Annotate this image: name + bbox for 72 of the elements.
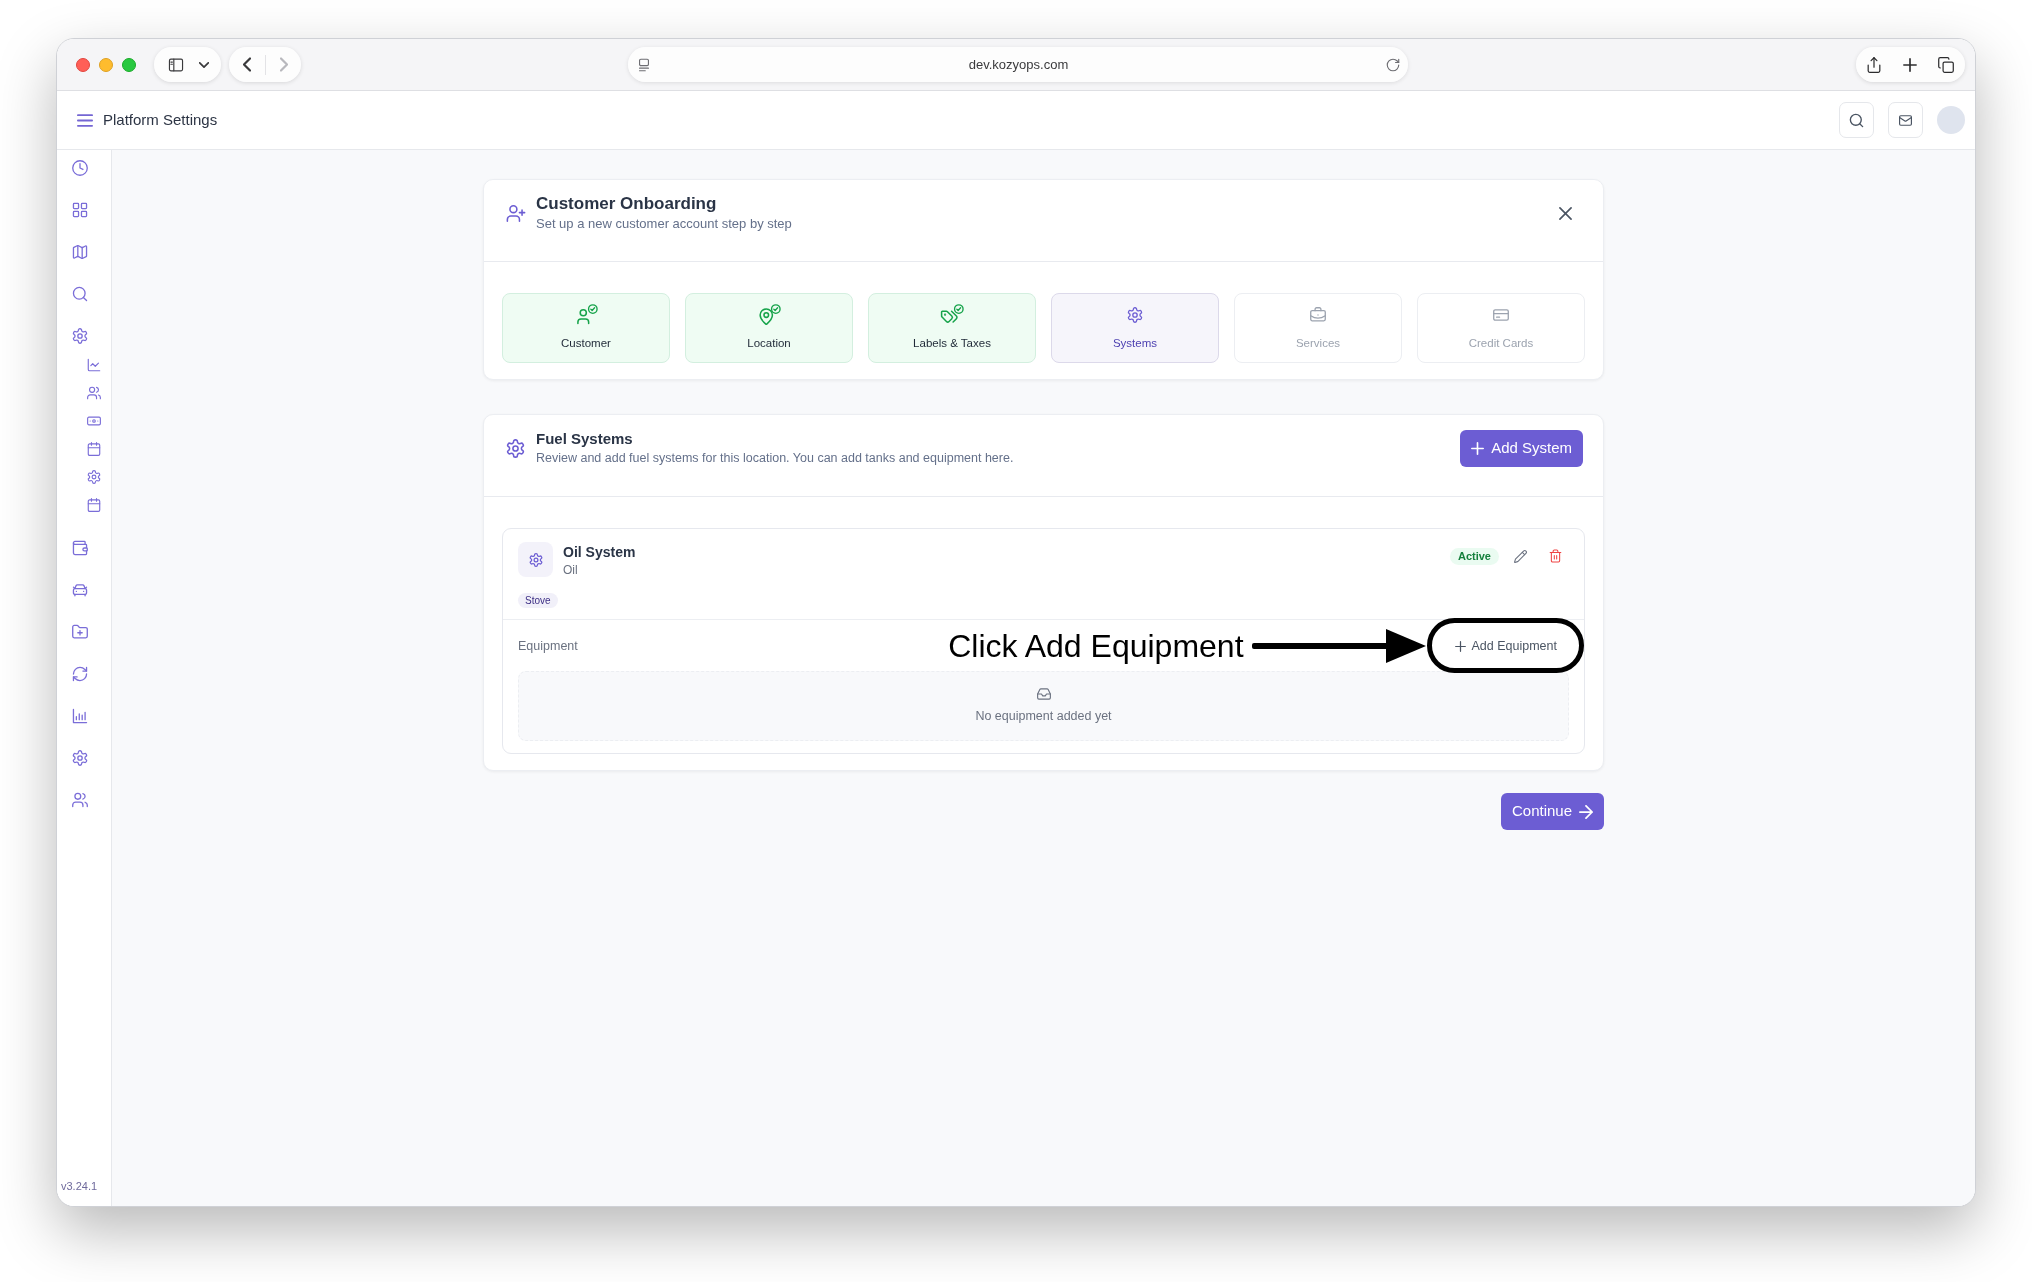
calendar-icon[interactable] [87,442,101,456]
trash-icon [1548,549,1562,563]
empty-state-text: No equipment added yet [975,707,1112,725]
sidebar-toggle-button[interactable] [154,47,221,82]
map-icon[interactable] [72,244,88,260]
page-title: Platform Settings [103,109,218,130]
settings-icon[interactable] [72,750,88,766]
search-button[interactable] [1839,102,1874,138]
users-icon[interactable] [72,792,88,808]
close-icon [1558,206,1572,220]
page-menu-icon[interactable] [637,57,651,72]
user-plus-icon [506,203,526,223]
inbox-icon [1035,686,1052,701]
add-equipment-button[interactable]: Add Equipment [1442,630,1569,662]
clock-icon[interactable] [72,160,88,176]
close-window-button[interactable] [76,57,90,72]
step-tab[interactable]: Labels & Taxes [868,293,1036,363]
plus-icon [1471,441,1485,455]
search-icon[interactable] [72,286,88,302]
wallet-icon[interactable] [72,540,88,556]
folder-plus-icon[interactable] [72,624,88,640]
step-tab[interactable]: Systems [1051,293,1219,363]
settings-icon [506,438,525,458]
settings-icon[interactable] [87,470,101,484]
refresh-icon[interactable] [72,666,88,682]
briefcase-icon [1310,307,1326,324]
users-icon[interactable] [87,386,101,400]
chevron-left-icon [243,57,251,72]
search-icon [1849,112,1864,128]
reload-icon[interactable] [1386,57,1400,72]
chevron-down-icon [198,61,209,68]
mail-button[interactable] [1888,102,1923,138]
menu-icon[interactable] [77,113,93,127]
address-bar[interactable]: dev.kozyops.com [628,47,1408,82]
system-type: Oil [563,562,579,578]
url-text: dev.kozyops.com [967,55,1070,74]
tabs-icon [1938,56,1954,73]
bar-chart-icon[interactable] [72,708,88,724]
card-title: Customer Onboarding [536,193,718,215]
chevron-right-icon [279,57,288,72]
zoom-window-button[interactable] [122,57,136,72]
step-tab[interactable]: Location [685,293,853,363]
calendar-icon[interactable] [87,498,101,512]
card-subtitle: Set up a new customer account step by step [536,215,792,233]
car-icon[interactable] [72,582,88,598]
mail-icon [1898,113,1913,127]
add-system-button[interactable]: Add System [1460,429,1583,467]
version-label: v3.24.1 [61,1178,98,1194]
pencil-icon [1513,549,1527,563]
status-badge: Active [1449,547,1499,565]
grid-icon[interactable] [72,202,88,218]
continue-button[interactable]: Continue [1500,793,1604,830]
plus-icon [1903,57,1917,72]
system-name: Oil System [563,543,636,562]
step-tab[interactable]: Customer [502,293,670,363]
tag: Stove [518,593,558,608]
card-subtitle: Review and add fuel systems for this location. You can add tanks and equipment here. [536,450,1014,467]
settings-icon [1127,307,1143,324]
plus-icon [1454,640,1466,652]
settings-icon [528,552,543,567]
settings-icon[interactable] [72,328,88,344]
share-icon [1866,55,1882,74]
card-title: Fuel Systems [536,429,634,449]
banknote-icon[interactable] [87,414,101,428]
credit-card-icon [1493,307,1509,324]
map-pin-check-icon [757,303,781,327]
arrow-right-icon [1579,804,1593,819]
section-label: Equipment [518,637,578,655]
user-check-icon [574,303,598,327]
annotation-text: Click Add Equipment [948,628,1244,664]
sidebar-icon [166,56,185,73]
line-chart-icon[interactable] [87,358,101,372]
